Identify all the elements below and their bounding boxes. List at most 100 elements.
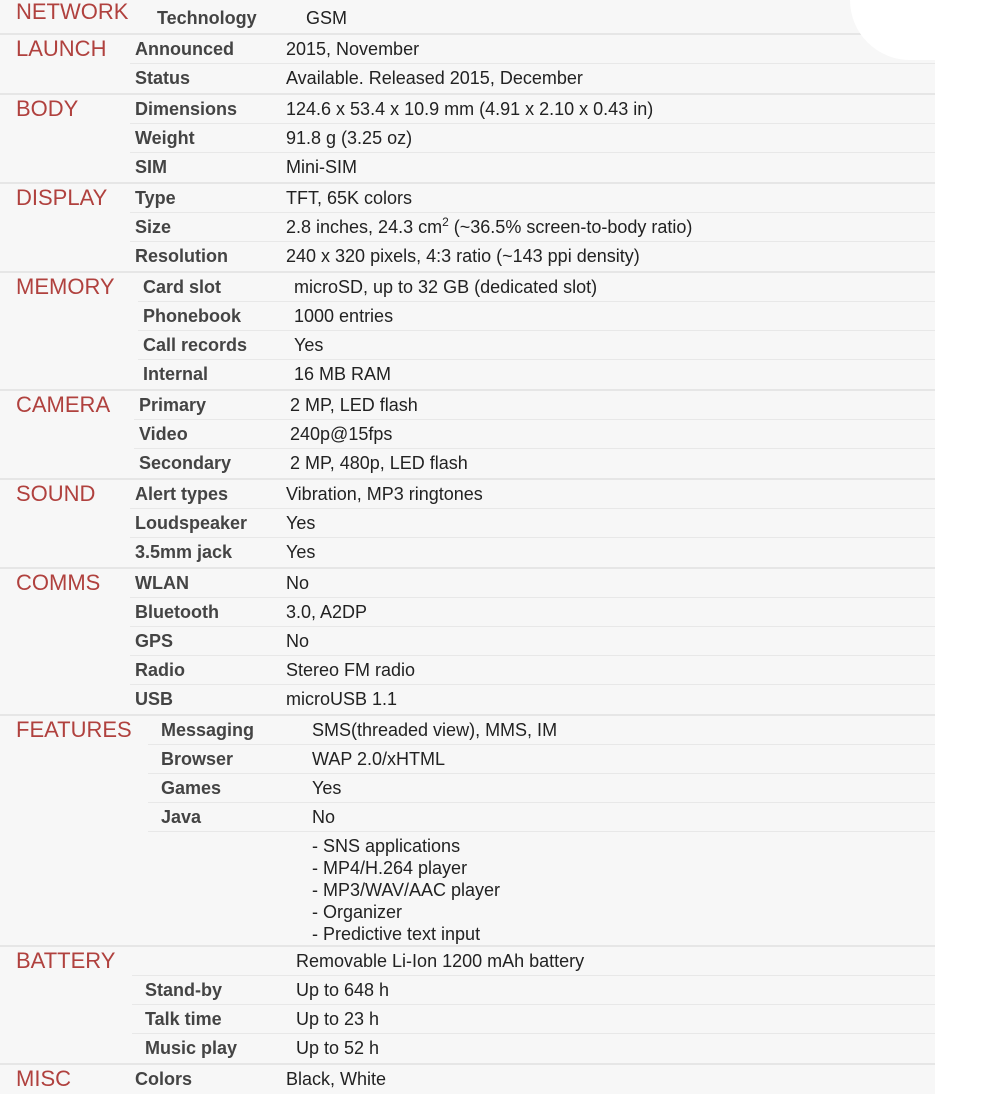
spec-value: Yes (286, 538, 315, 567)
spec-value-text: 3.0, A2DP (286, 602, 368, 622)
spec-value: Yes (286, 509, 315, 538)
spec-label[interactable]: Radio (135, 656, 185, 685)
spec-value: 2.8 inches, 24.3 cm2 (~36.5% screen-to-b… (286, 213, 692, 242)
spec-row: Bluetooth 3.0, A2DP (0, 597, 935, 627)
spec-row: Dimensions 124.6 x 53.4 x 10.9 mm (4.91 x… (0, 95, 935, 124)
section-display: DISPLAY Type TFT, 65K colors Size 2.8 inches… (0, 182, 935, 271)
spec-row: GPS No (0, 626, 935, 656)
spec-label[interactable]: Type (135, 184, 176, 213)
spec-row: Type TFT, 65K colors (0, 184, 935, 213)
spec-value-text: WAP 2.0/xHTML (312, 749, 446, 769)
spec-label[interactable]: Music play (145, 1034, 237, 1063)
spec-label[interactable]: Phonebook (143, 302, 241, 331)
spec-row: Announced 2015, November (0, 35, 935, 64)
spec-value-text: 16 MB RAM (294, 364, 392, 384)
spec-value-text: TFT, 65K colors (286, 188, 413, 208)
spec-row: Browser WAP 2.0/xHTML (0, 744, 935, 774)
spec-value: 240p@15fps (290, 420, 392, 449)
spec-value-text: (~36.5% screen-to-body ratio) (448, 217, 693, 237)
spec-row: Phonebook 1000 entries (0, 301, 935, 331)
spec-value-text: 240p@15fps (290, 424, 393, 444)
spec-row: Music play Up to 52 h (0, 1033, 935, 1063)
spec-value-text: 91.8 g (3.25 oz) (286, 128, 413, 148)
spec-value: 1000 entries (294, 302, 393, 331)
spec-label[interactable]: WLAN (135, 569, 189, 598)
spec-value-text: Black, White (286, 1069, 387, 1089)
spec-value: Mini-SIM (286, 153, 357, 182)
feature-item: - MP4/H.264 player (312, 858, 468, 878)
section-battery: BATTERY Removable Li-Ion 1200 mAh battery… (0, 945, 935, 1063)
spec-label[interactable]: 3.5mm jack (135, 538, 232, 567)
spec-value-text: Up to 52 h (296, 1038, 380, 1058)
spec-value: 91.8 g (3.25 oz) (286, 124, 412, 153)
spec-label[interactable]: Browser (161, 745, 233, 774)
spec-row: Messaging SMS(threaded view), MMS, IM (0, 716, 935, 745)
spec-label[interactable]: Loudspeaker (135, 509, 247, 538)
spec-value-text: Up to 648 h (296, 980, 390, 1000)
spec-label[interactable]: Talk time (145, 1005, 222, 1034)
spec-value-text: 1000 entries (294, 306, 394, 326)
section-features: FEATURES Messaging SMS(threaded view), MMS… (0, 714, 935, 945)
feature-item: - MP3/WAV/AAC player (312, 880, 501, 900)
spec-value-text: Available. Released 2015, December (286, 68, 583, 88)
spec-value: SMS(threaded view), MMS, IM (312, 716, 557, 745)
spec-row: SIM Mini-SIM (0, 152, 935, 182)
spec-row: Talk time Up to 23 h (0, 1004, 935, 1034)
spec-value: 16 MB RAM (294, 360, 391, 389)
spec-row: Alert types Vibration, MP3 ringtones (0, 480, 935, 509)
spec-value: 2 MP, LED flash (290, 391, 418, 420)
spec-value: Yes (312, 774, 341, 803)
spec-label[interactable]: Resolution (135, 242, 228, 271)
spec-row: USB microUSB 1.1 (0, 684, 935, 714)
spec-label[interactable]: Card slot (143, 273, 221, 302)
spec-label[interactable]: Video (139, 420, 188, 449)
spec-row: Card slot microSD, up to 32 GB (dedicated… (0, 273, 935, 302)
spec-label[interactable]: Call records (143, 331, 247, 360)
spec-value: 3.0, A2DP (286, 598, 367, 627)
spec-value: No (286, 627, 309, 656)
section-misc: MISC Colors Black, White (0, 1063, 935, 1094)
spec-label[interactable]: GPS (135, 627, 173, 656)
spec-value: WAP 2.0/xHTML (312, 745, 445, 774)
spec-label[interactable]: Technology (157, 0, 257, 36)
spec-label[interactable]: Stand-by (145, 976, 222, 1005)
spec-label[interactable]: Java (161, 803, 201, 832)
spec-value: Yes (294, 331, 323, 360)
spec-value-text: No (286, 631, 310, 651)
spec-label[interactable]: Bluetooth (135, 598, 219, 627)
spec-label[interactable]: Internal (143, 360, 208, 389)
spec-value: microSD, up to 32 GB (dedicated slot) (294, 273, 597, 302)
spec-label[interactable]: Status (135, 64, 190, 93)
feature-item: - Predictive text input (312, 924, 481, 944)
section-launch: LAUNCH Announced 2015, November Status Avail… (0, 33, 935, 93)
spec-row: Technology GSM (0, 0, 935, 33)
spec-label[interactable]: Weight (135, 124, 195, 153)
spec-label[interactable]: Size (135, 213, 171, 242)
spec-label[interactable]: Primary (139, 391, 206, 420)
spec-value-text: Yes (286, 513, 316, 533)
spec-value-text: SMS(threaded view), MMS, IM (312, 720, 558, 740)
spec-label[interactable]: Games (161, 774, 221, 803)
spec-label[interactable]: Alert types (135, 480, 228, 509)
spec-row: Internal 16 MB RAM (0, 359, 935, 389)
spec-row: 3.5mm jack Yes (0, 537, 935, 567)
superscript: 2 (442, 215, 449, 229)
spec-label[interactable]: Messaging (161, 716, 254, 745)
spec-value: Up to 23 h (296, 1005, 379, 1034)
spec-row: Secondary 2 MP, 480p, LED flash (0, 448, 935, 478)
spec-label[interactable]: SIM (135, 153, 167, 182)
spec-row: Radio Stereo FM radio (0, 655, 935, 685)
spec-value-text: 124.6 x 53.4 x 10.9 mm (4.91 x 2.10 x 0.… (286, 99, 654, 119)
spec-value-text: microSD, up to 32 GB (dedicated slot) (294, 277, 598, 297)
spec-row: Primary 2 MP, LED flash (0, 391, 935, 420)
spec-value: 2015, November (286, 35, 419, 64)
spec-label[interactable]: Announced (135, 35, 234, 64)
spec-label[interactable]: Dimensions (135, 95, 237, 124)
spec-value-text: GSM (306, 8, 348, 28)
spec-value-text: Yes (312, 778, 342, 798)
spec-value-text: No (312, 807, 336, 827)
spec-label[interactable]: Secondary (139, 449, 231, 478)
spec-value-text: 2 MP, 480p, LED flash (290, 453, 468, 473)
spec-value: Removable Li-Ion 1200 mAh battery (296, 947, 584, 976)
spec-label[interactable]: USB (135, 685, 173, 714)
